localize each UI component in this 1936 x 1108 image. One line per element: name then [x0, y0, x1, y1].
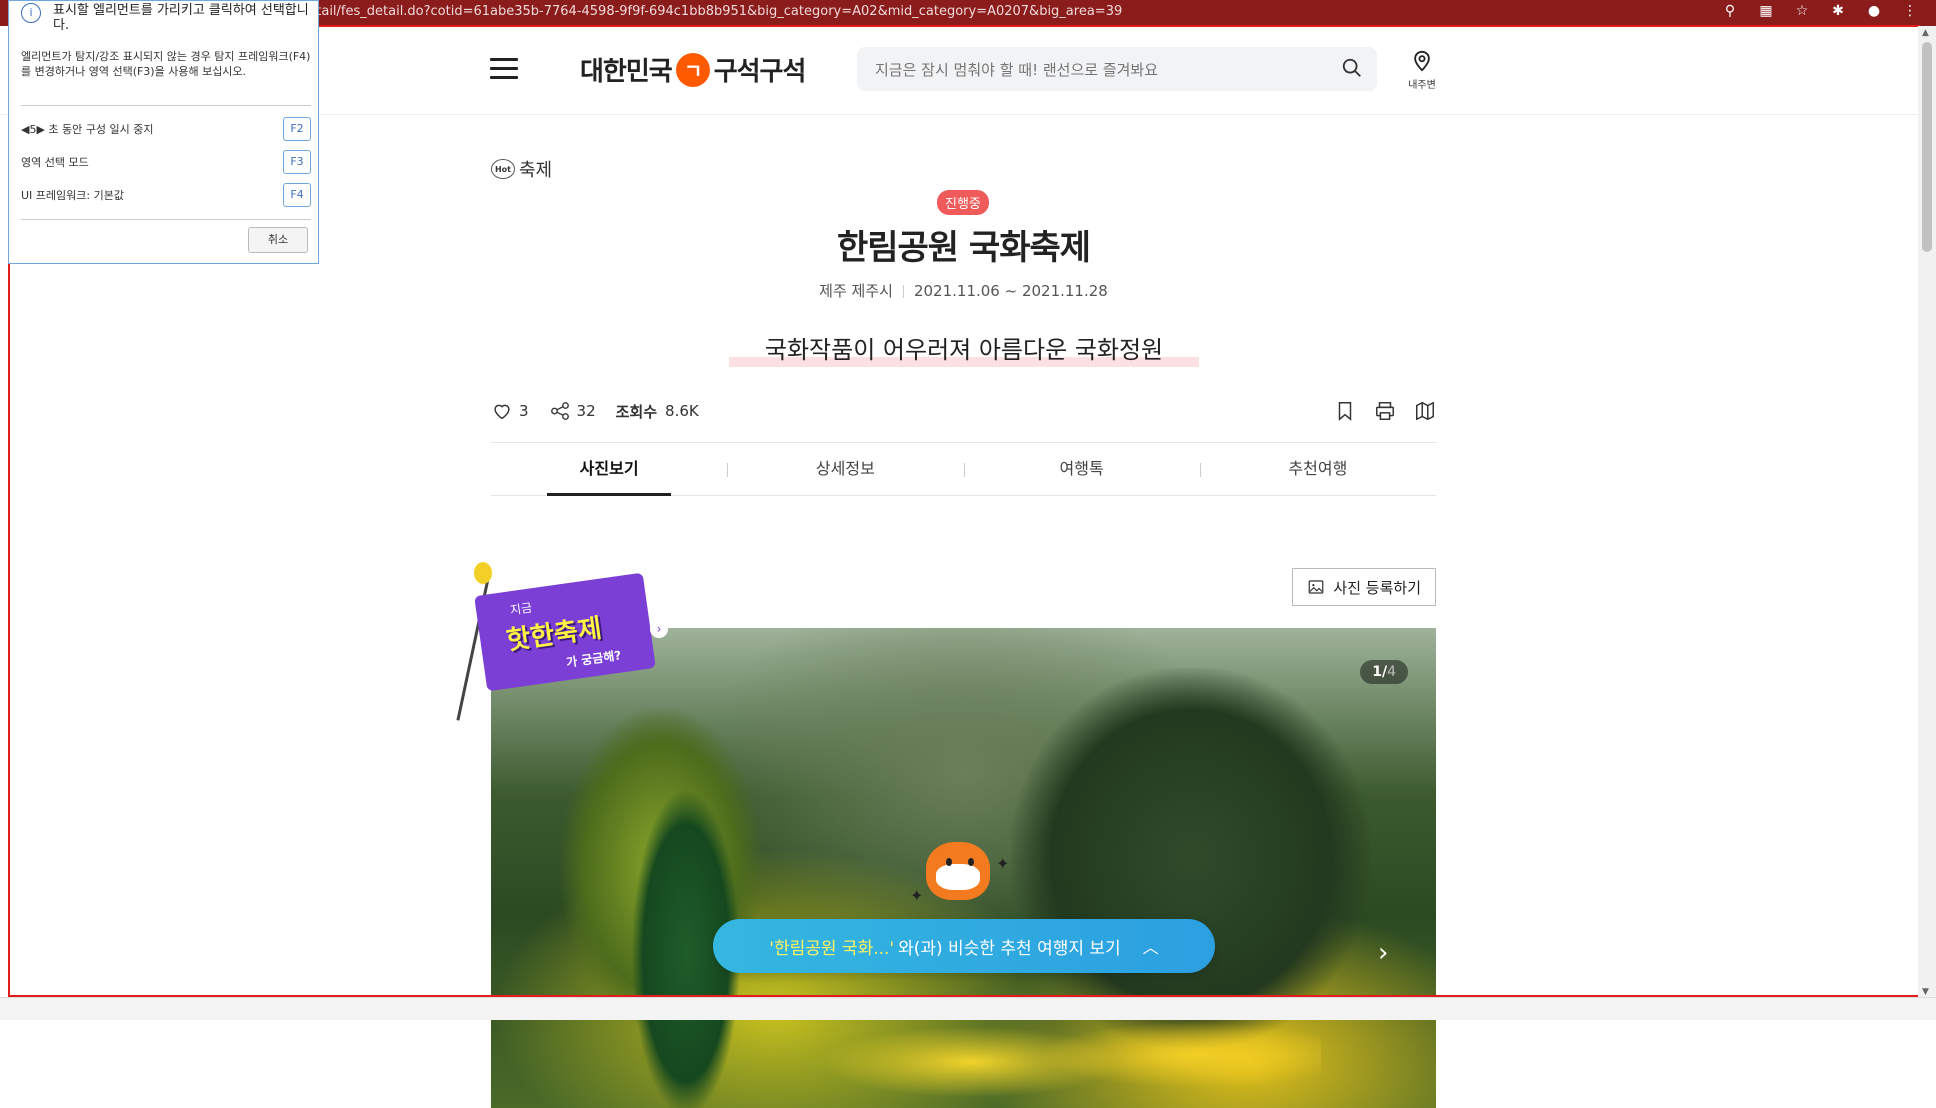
scroll-up-icon[interactable]: ▲ — [1922, 28, 1929, 38]
browser-toolbar-icons: ⚲ ▦ ☆ ✱ ● ⋮ — [1722, 3, 1918, 19]
element-picker-panel: i 표시할 엘리먼트를 가리키고 클릭하여 선택합니다. 엘리먼트가 탐지/강조… — [8, 0, 319, 264]
page-tools — [1334, 400, 1436, 426]
next-photo-icon[interactable]: › — [1378, 938, 1406, 968]
register-photo-button[interactable]: 사진 등록하기 — [1292, 568, 1436, 606]
chevron-up-icon: ︿ — [1142, 938, 1159, 957]
option-key: F3 — [283, 150, 311, 174]
option-key: F4 — [283, 183, 311, 207]
search-box — [857, 47, 1377, 91]
tab-details[interactable]: 상세정보 — [727, 443, 963, 495]
period: 2021.11.06 ~ 2021.11.28 — [913, 282, 1108, 300]
mascot-face — [936, 864, 980, 890]
share-button[interactable]: 32 — [549, 400, 596, 422]
near-me-label: 내주변 — [1408, 80, 1436, 91]
tab-travel-talk[interactable]: 여행톡 — [963, 443, 1200, 495]
recommend-text: 와(과) 비슷한 추천 여행지 보기 — [898, 938, 1121, 959]
hot-icon: Hot — [491, 159, 515, 179]
stats-bar: 3 32 조회수 8.6K — [491, 400, 699, 422]
balloon-icon — [474, 562, 492, 584]
logo-text-right: 구석구석 — [713, 57, 807, 87]
banner-small-text: 지금 — [509, 600, 534, 618]
sparkle-icon: ✦ — [910, 886, 924, 905]
picker-option-framework[interactable]: UI 프레임워크: 기본값 F4 — [21, 183, 311, 207]
location-icon[interactable]: ⚲ — [1722, 3, 1738, 19]
search-icon[interactable] — [1341, 57, 1363, 79]
address-bar-url[interactable]: detail/fes_detail.do?cotid=61abe35b-7764… — [300, 4, 1122, 19]
festival-subtitle: 국화작품이 어우러져 아름다운 국화정원 — [729, 330, 1199, 367]
search-input[interactable] — [873, 57, 1317, 83]
profile-icon[interactable]: ● — [1866, 3, 1882, 19]
cancel-button[interactable]: 취소 — [248, 227, 308, 253]
photo-counter: 1/4 — [1360, 660, 1408, 684]
option-label: UI 프레임워크: 기본값 — [21, 189, 124, 202]
tiger-mascot: ✦ ✦ — [910, 836, 1009, 932]
print-icon[interactable] — [1374, 400, 1396, 426]
grid-icon[interactable]: ▦ — [1758, 3, 1774, 19]
map-icon[interactable] — [1414, 400, 1436, 426]
menu-hamburger-icon[interactable] — [490, 58, 518, 80]
star-icon[interactable]: ☆ — [1794, 3, 1810, 19]
menu-dots-icon[interactable]: ⋮ — [1902, 3, 1918, 19]
sparkle-icon: ✦ — [996, 854, 1010, 873]
site-logo[interactable]: 대한민국 ㄱ 구석구석 — [580, 51, 807, 88]
page-scrollbar[interactable]: ▲ ▼ — [1918, 26, 1936, 999]
picker-description: 엘리먼트가 탐지/강조 표시되지 않는 경우 탐지 프레임워크(F4)를 변경하… — [21, 50, 311, 78]
picker-heading: 표시할 엘리먼트를 가리키고 클릭하여 선택합니다. — [53, 3, 309, 33]
picker-option-pause[interactable]: ◀5▶ 초 동안 구성 일시 중지 F2 — [21, 117, 311, 141]
scrollbar-thumb[interactable] — [1922, 42, 1932, 252]
mascot-eye — [968, 858, 974, 866]
heart-icon — [494, 404, 510, 420]
option-label: 영역 선택 모드 — [21, 156, 89, 169]
category-label: Hot 축제 — [491, 156, 552, 182]
banner-arrow-icon: › — [650, 620, 668, 638]
hot-festival-banner[interactable]: 지금 핫한축제 가 궁금해? › — [450, 562, 690, 721]
like-count: 3 — [519, 402, 529, 420]
similar-recommend-button[interactable]: '한림공원 국화...' 와(과) 비슷한 추천 여행지 보기 ︿ — [713, 919, 1215, 973]
taskbar — [0, 997, 1936, 1020]
image-icon — [1309, 580, 1324, 594]
register-photo-label: 사진 등록하기 — [1333, 578, 1421, 597]
picker-header: i 표시할 엘리먼트를 가리키고 클릭하여 선택합니다. — [21, 3, 311, 33]
like-button[interactable]: 3 — [491, 400, 529, 422]
extension-icon[interactable]: ✱ — [1830, 3, 1846, 19]
festival-meta: 제주 제주시 2021.11.06 ~ 2021.11.28 — [491, 280, 1436, 301]
logo-mark: ㄱ — [675, 52, 710, 87]
divider — [902, 285, 904, 298]
map-pin-icon — [1414, 50, 1430, 72]
photo-total: 4 — [1387, 664, 1396, 680]
option-key: F2 — [283, 117, 311, 141]
photo-current: 1 — [1372, 664, 1382, 680]
detail-tabs: 사진보기 상세정보 여행톡 추천여행 — [491, 442, 1436, 496]
near-me-button[interactable]: 내주변 — [1405, 48, 1439, 91]
category-text: 축제 — [519, 160, 553, 181]
mascot-eye — [946, 858, 952, 866]
divider — [21, 219, 311, 220]
views-count: 8.6K — [665, 402, 699, 420]
option-label: ◀5▶ 초 동안 구성 일시 중지 — [21, 123, 154, 136]
status-badge: 진행중 — [937, 190, 989, 215]
picker-option-region[interactable]: 영역 선택 모드 F3 — [21, 150, 311, 174]
tab-recommended[interactable]: 추천여행 — [1199, 443, 1436, 495]
tab-photos[interactable]: 사진보기 — [491, 443, 727, 496]
region: 제주 제주시 — [819, 282, 893, 300]
logo-text-left: 대한민국 — [580, 57, 673, 87]
views-label: 조회수 — [615, 402, 658, 421]
share-count: 32 — [576, 402, 596, 420]
page-title: 한림공원 국화축제 — [836, 228, 1091, 268]
share-icon — [550, 402, 569, 420]
bookmark-icon[interactable] — [1334, 400, 1356, 426]
scroll-down-icon[interactable]: ▼ — [1922, 987, 1929, 997]
recommend-highlight: '한림공원 국화...' — [769, 938, 895, 959]
info-icon: i — [21, 3, 41, 23]
divider — [21, 105, 311, 106]
